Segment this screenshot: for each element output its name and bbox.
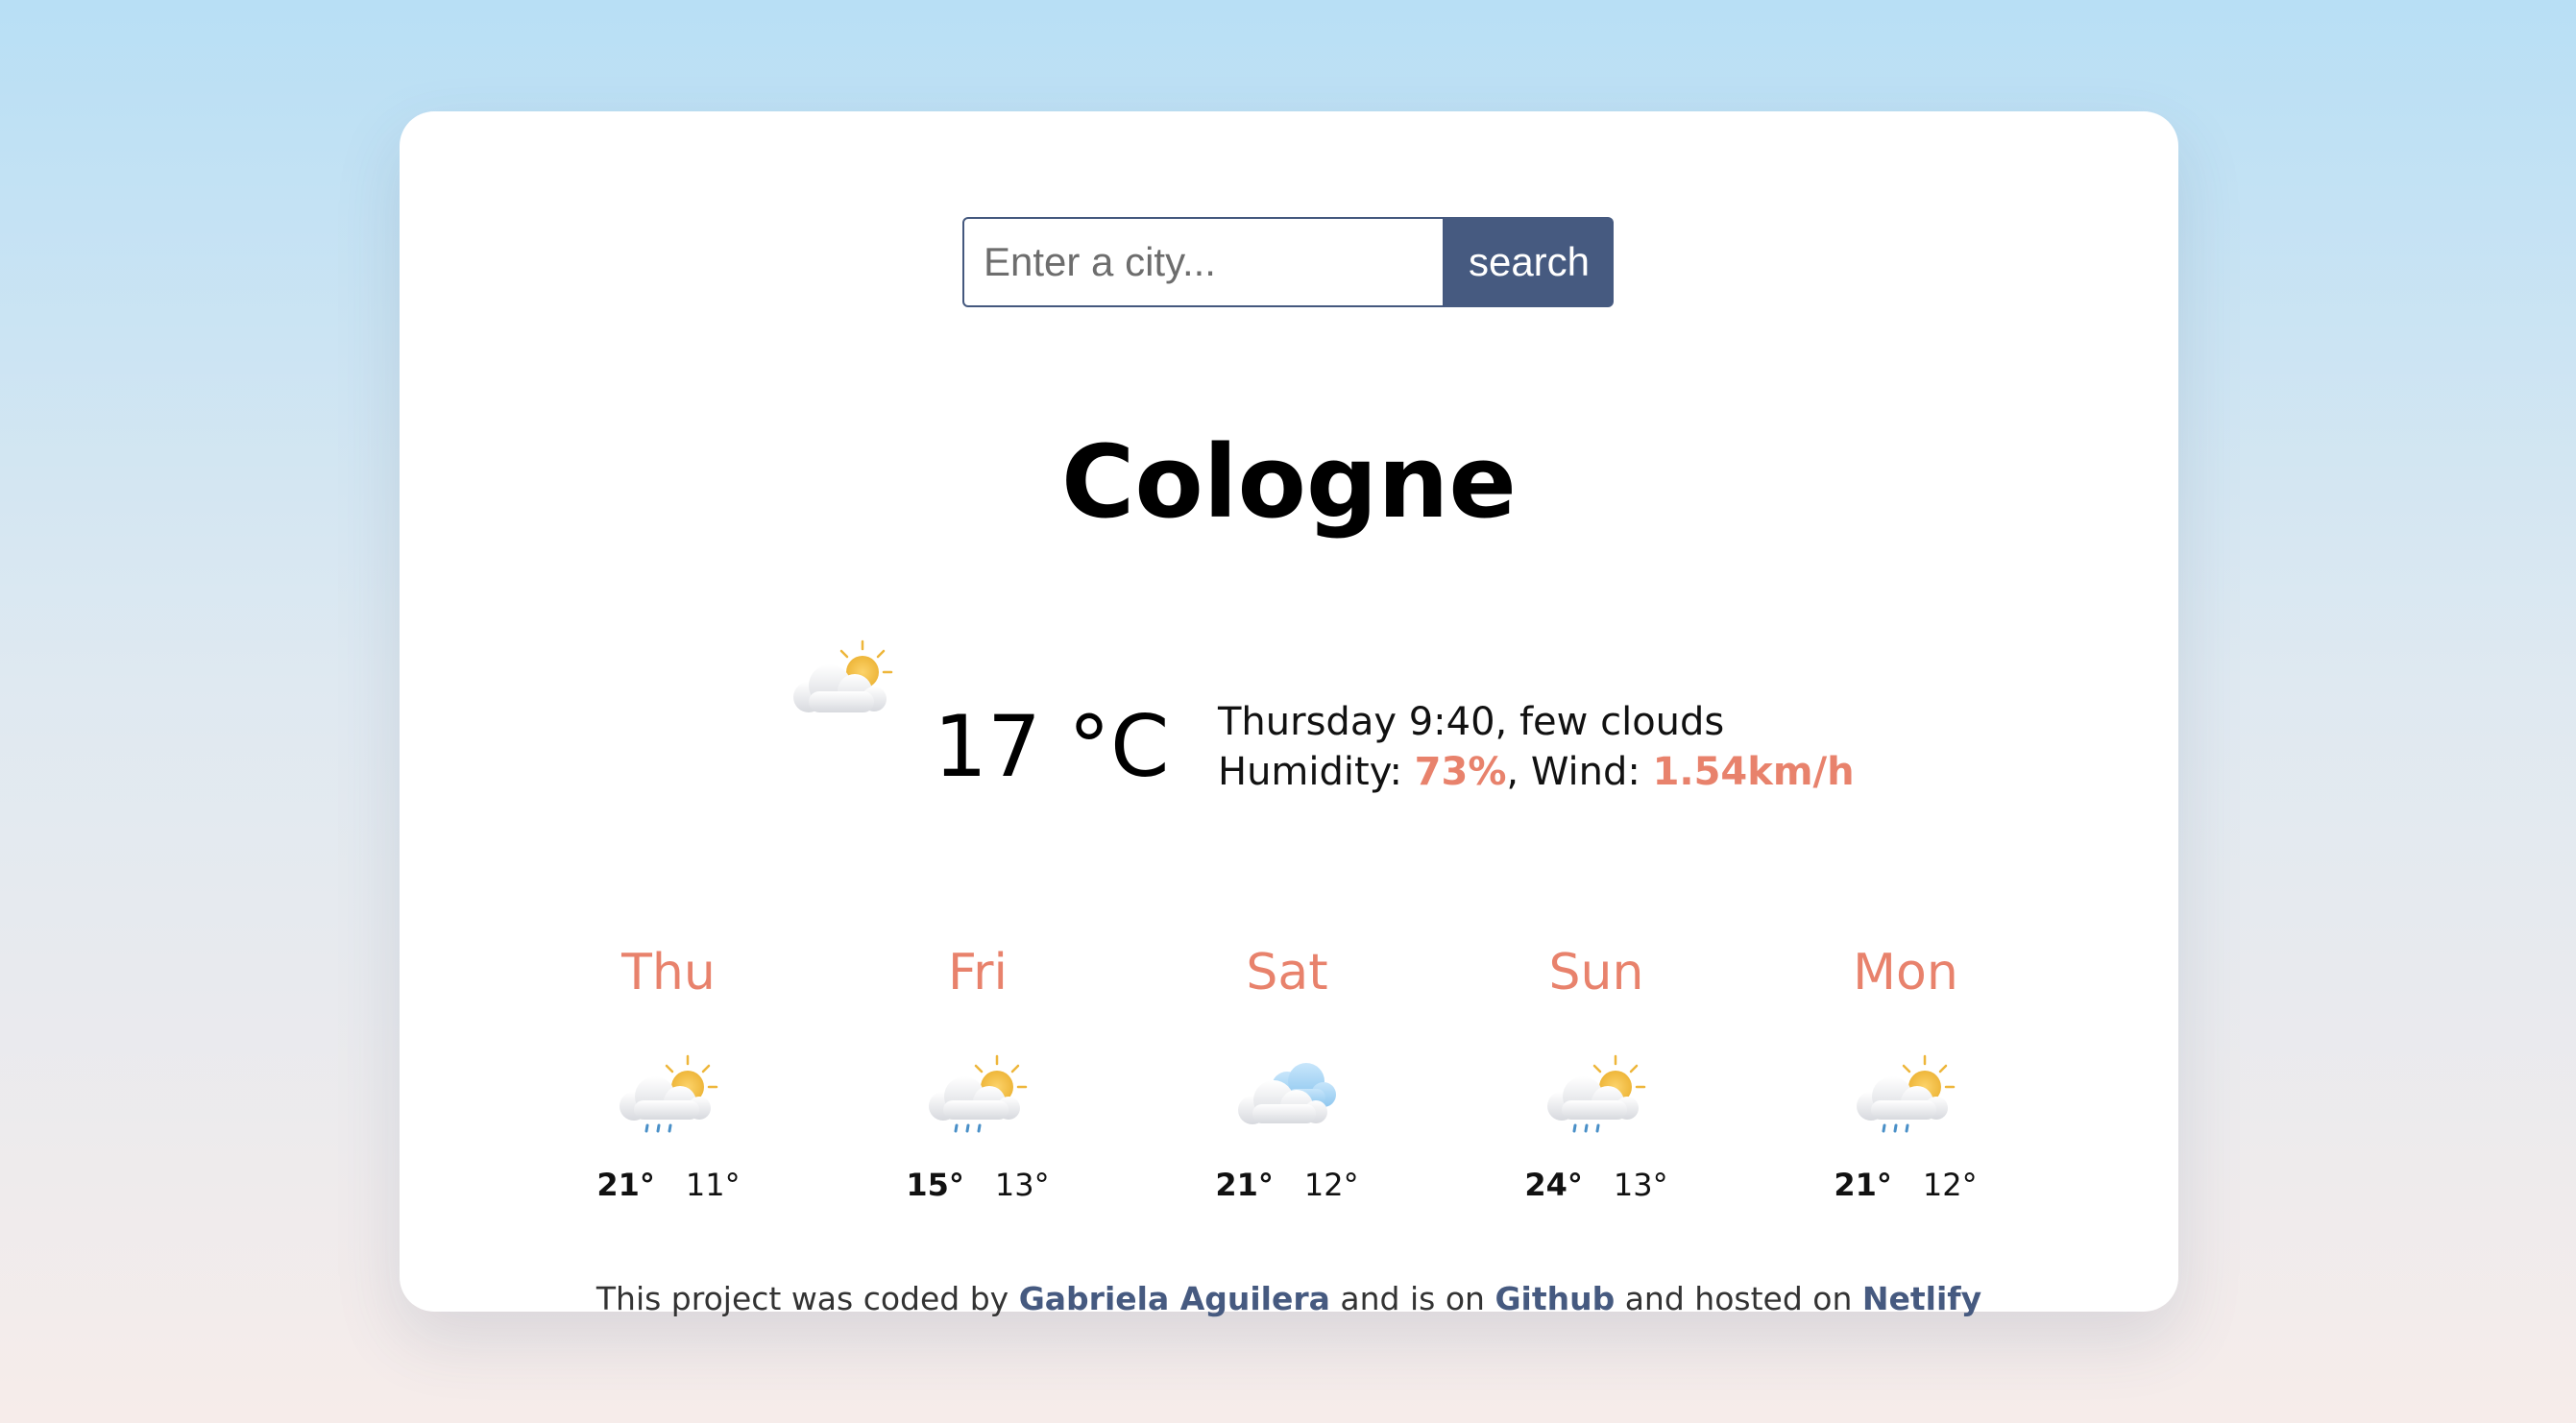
rain-icon bbox=[1547, 1054, 1646, 1133]
forecast-day-name: Mon bbox=[1853, 944, 1958, 1001]
forecast-day: Sun 24° 13° bbox=[1491, 939, 1702, 1206]
forecast-day: Sat 21° 12° bbox=[1181, 939, 1393, 1206]
search-button[interactable]: search bbox=[1445, 217, 1614, 307]
forecast-min-temp: 12° bbox=[1303, 1167, 1359, 1203]
current-temperature: 17 °C bbox=[934, 697, 1170, 796]
github-link[interactable]: Github bbox=[1495, 1280, 1615, 1317]
city-search-input[interactable] bbox=[962, 217, 1445, 307]
humidity-label: Humidity: bbox=[1218, 750, 1415, 794]
forecast-min-temp: 13° bbox=[994, 1167, 1050, 1203]
forecast-max-temp: 24° bbox=[1524, 1167, 1583, 1203]
city-name: Cologne bbox=[1061, 423, 1517, 541]
forecast-temps: 21° 12° bbox=[1181, 1164, 1393, 1206]
cloudy-icon bbox=[1238, 1063, 1336, 1124]
forecast-min-temp: 13° bbox=[1613, 1167, 1668, 1203]
forecast-min-temp: 11° bbox=[685, 1167, 741, 1203]
wind-label: , Wind: bbox=[1506, 750, 1653, 794]
footer-text: This project was coded by bbox=[595, 1280, 1019, 1317]
forecast-day-name: Sun bbox=[1548, 944, 1644, 1001]
forecast-max-temp: 21° bbox=[1215, 1167, 1274, 1203]
forecast-day: Thu 21° 11° bbox=[563, 939, 774, 1206]
forecast-day-name: Fri bbox=[948, 944, 1008, 1001]
few-clouds-icon bbox=[793, 639, 893, 712]
forecast-max-temp: 21° bbox=[596, 1167, 655, 1203]
netlify-link[interactable]: Netlify bbox=[1862, 1280, 1981, 1317]
humidity-wind-line: Humidity: 73%, Wind: 1.54km/h bbox=[1218, 747, 1855, 797]
rain-icon bbox=[620, 1054, 718, 1133]
forecast-day-name: Thu bbox=[621, 944, 716, 1001]
rain-icon bbox=[1857, 1054, 1956, 1133]
weather-card: search Cologne 17 °C Thursday 9:40, few … bbox=[400, 111, 2178, 1317]
footer: This project was coded by Gabriela Aguil… bbox=[400, 1277, 2178, 1321]
forecast-temps: 24° 13° bbox=[1491, 1164, 1702, 1206]
forecast-day: Mon 21° 12° bbox=[1800, 939, 2011, 1206]
forecast-day-name: Sat bbox=[1246, 944, 1328, 1001]
humidity-value: 73% bbox=[1414, 750, 1507, 794]
forecast-max-temp: 15° bbox=[906, 1167, 964, 1203]
footer-text: and is on bbox=[1329, 1280, 1495, 1317]
forecast-temps: 21° 11° bbox=[563, 1164, 774, 1206]
forecast-day: Fri 15° 13° bbox=[872, 939, 1083, 1206]
date-description: Thursday 9:40, few clouds bbox=[1218, 700, 1725, 744]
forecast-temps: 21° 12° bbox=[1800, 1164, 2011, 1206]
wind-value: 1.54km/h bbox=[1652, 750, 1855, 794]
forecast-max-temp: 21° bbox=[1834, 1167, 1892, 1203]
forecast-temps: 15° 13° bbox=[872, 1164, 1083, 1206]
search-form: search bbox=[962, 217, 1614, 307]
rain-icon bbox=[929, 1054, 1028, 1133]
weather-details: Thursday 9:40, few clouds Humidity: 73%,… bbox=[1218, 697, 1855, 797]
footer-text: and hosted on bbox=[1615, 1280, 1862, 1317]
author-link[interactable]: Gabriela Aguilera bbox=[1019, 1280, 1330, 1317]
forecast-min-temp: 12° bbox=[1922, 1167, 1978, 1203]
